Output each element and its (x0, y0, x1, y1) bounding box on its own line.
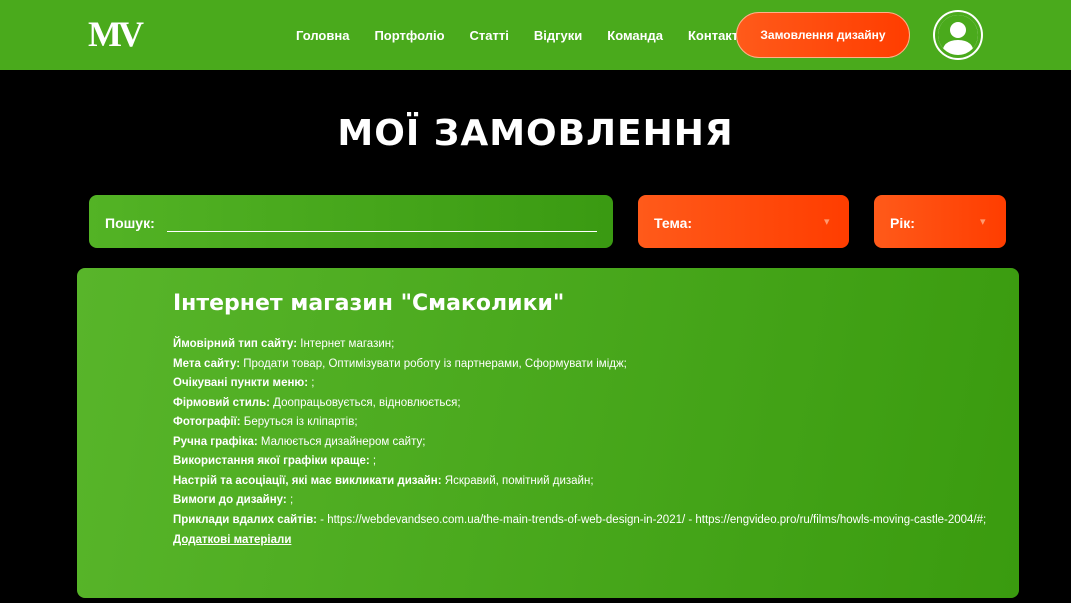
site-header: MV Головна Портфоліо Статті Відгуки Кома… (0, 0, 1071, 70)
field-value: ; (369, 455, 377, 467)
field-value: ; (286, 494, 294, 506)
year-select[interactable]: Рік: ▾ (874, 195, 1006, 248)
order-card: Інтернет магазин "Смаколики" Ймовірний т… (77, 268, 1019, 598)
main-nav: Головна Портфоліо Статті Відгуки Команда… (296, 0, 771, 70)
nav-link-reviews[interactable]: Відгуки (534, 28, 582, 43)
user-avatar-icon[interactable] (935, 12, 981, 58)
order-field: Очікувані пункти меню: ; (173, 374, 1003, 394)
search-input[interactable] (167, 209, 597, 231)
order-field: Приклади вдалих сайтів: - https://webdev… (173, 511, 1003, 531)
additional-materials-link[interactable]: Додаткові матеріали (173, 531, 291, 551)
field-label: Ручна графіка: (173, 435, 258, 448)
field-label: Очікувані пункти меню: (173, 377, 309, 389)
order-field: Ручна графіка: Малюється дизайнером сайт… (173, 433, 1003, 453)
search-filter: Пошук: (89, 195, 613, 248)
theme-select[interactable]: Тема: ▾ (638, 195, 849, 248)
field-value: Беруться із кліпартів; (240, 416, 358, 428)
field-label: Використання якої графіки краще: (173, 455, 370, 467)
order-field: Використання якої графіки краще: ; (173, 452, 1003, 472)
field-value: ; (308, 377, 315, 389)
field-label: Приклади вдалих сайтів: (173, 513, 317, 526)
order-design-button[interactable]: Замовлення дизайну (736, 12, 910, 58)
order-field: Мета сайту: Продати товар, Оптимізувати … (173, 355, 1003, 375)
field-label: Фотографії: (173, 416, 241, 428)
year-label: Рік: (890, 215, 915, 231)
field-value: Яскравий, помітний дизайн; (441, 474, 594, 487)
order-title: Інтернет магазин "Смаколики" (173, 291, 565, 316)
order-field: Настрій та асоціації, які має викликати … (173, 472, 1003, 492)
field-value: - https://webdevandseo.com.ua/the-main-t… (316, 513, 987, 526)
field-value: Доопрацьовується, відновлюється; (269, 396, 461, 409)
field-value: Малюється дизайнером сайту; (257, 435, 426, 448)
order-field: Вимоги до дизайну: ; (173, 491, 1003, 511)
field-label: Настрій та асоціації, які має викликати … (173, 474, 442, 487)
nav-link-portfolio[interactable]: Портфоліо (374, 28, 444, 43)
field-label: Ймовірний тип сайту: (173, 338, 298, 350)
field-label: Мета сайту: (173, 357, 241, 370)
page-title: МОЇ ЗАМОВЛЕННЯ (337, 113, 734, 154)
field-value: Інтернет магазин; (297, 338, 395, 350)
site-logo[interactable]: MV (88, 14, 144, 54)
nav-link-home[interactable]: Головна (296, 28, 349, 43)
order-details: Ймовірний тип сайту: Інтернет магазин; М… (173, 335, 1003, 551)
theme-label: Тема: (654, 215, 693, 231)
order-field: Фотографії: Беруться із кліпартів; (173, 413, 1003, 433)
field-label: Вимоги до дизайну: (173, 494, 287, 506)
order-field: Фірмовий стиль: Доопрацьовується, віднов… (173, 394, 1003, 414)
nav-link-articles[interactable]: Статті (470, 28, 509, 43)
chevron-down-icon: ▾ (824, 216, 830, 228)
chevron-down-icon: ▾ (980, 216, 986, 228)
search-label: Пошук: (105, 215, 155, 231)
nav-link-team[interactable]: Команда (607, 28, 663, 43)
order-field: Ймовірний тип сайту: Інтернет магазин; (173, 335, 1003, 355)
search-underline (167, 231, 597, 232)
field-label: Фірмовий стиль: (173, 396, 270, 409)
field-value: Продати товар, Оптимізувати роботу із па… (240, 357, 627, 370)
